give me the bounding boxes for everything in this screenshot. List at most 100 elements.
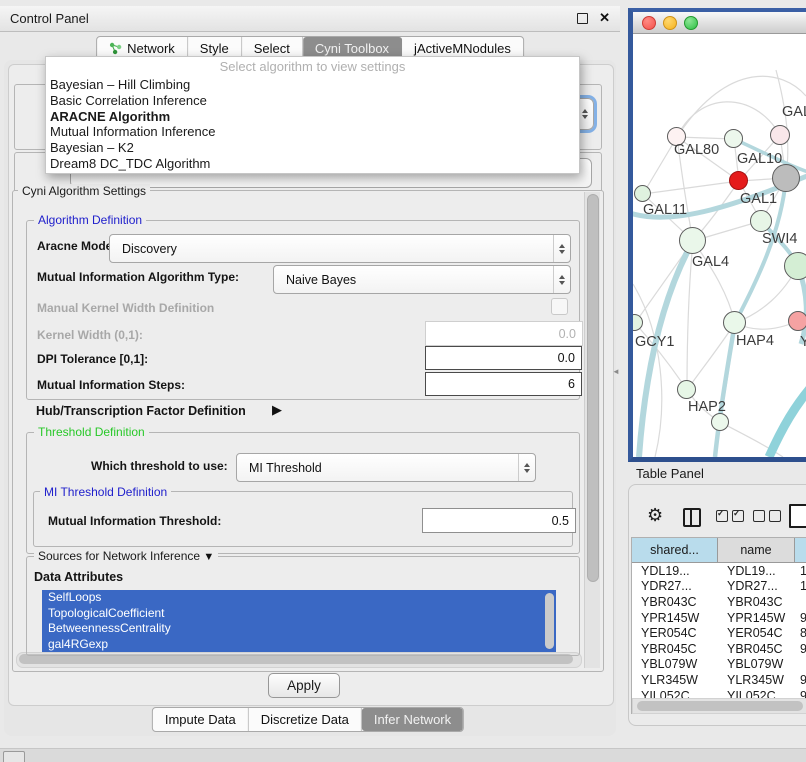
algorithm-option-selected[interactable]: ARACNE Algorithm <box>46 109 579 125</box>
node-gal11[interactable] <box>634 185 651 202</box>
table-row[interactable]: YPR145WYPR145W9. <box>632 610 806 626</box>
hub-expand-icon[interactable]: ▶ <box>272 402 282 418</box>
manual-kernel-label: Manual Kernel Width Definition <box>37 301 214 315</box>
cell: 13 <box>795 564 806 578</box>
algorithm-popup-placeholder: Select algorithm to view settings <box>46 57 579 77</box>
node-table: shared... name YDL19...YDL19...13 YDR27.… <box>631 537 806 714</box>
node-hap4[interactable] <box>723 311 746 334</box>
algorithm-option[interactable]: Basic Correlation Inference <box>46 93 579 109</box>
dpi-tolerance-input[interactable]: 0.0 <box>425 346 582 370</box>
node-gal4[interactable] <box>679 227 706 254</box>
cell: 9. <box>795 642 806 656</box>
table-row[interactable]: YDL19...YDL19...13 <box>632 563 806 579</box>
algorithm-option[interactable]: Bayesian – K2 <box>46 140 579 156</box>
aracne-mode-select[interactable]: Discovery <box>109 234 571 263</box>
mini-panel-button[interactable] <box>3 751 25 762</box>
sources-title-row[interactable]: Sources for Network Inference ▼ <box>34 549 218 563</box>
tab-infer-network[interactable]: Infer Network <box>362 708 463 731</box>
tab-discretize-data[interactable]: Discretize Data <box>249 708 362 731</box>
node-green-right[interactable] <box>784 252 806 280</box>
sources-collapse-icon[interactable]: ▼ <box>203 551 214 563</box>
tab-impute-data[interactable]: Impute Data <box>153 708 249 731</box>
attribute-item[interactable]: BetweennessCentrality <box>42 621 556 637</box>
float-window-icon[interactable] <box>577 13 588 24</box>
settings-vscrollbar[interactable] <box>584 192 600 668</box>
node-label: GAL10 <box>737 151 782 167</box>
select-all-columns-icon[interactable]: ✓✓ <box>716 510 744 522</box>
node-swi4[interactable] <box>750 210 772 232</box>
apply-button-label: Apply <box>287 678 321 693</box>
node-label: Y <box>800 334 806 350</box>
cell: YER054C <box>718 626 795 640</box>
node-gray[interactable] <box>772 164 800 192</box>
mi-threshold-group: Mutual Information Threshold: 0.5 <box>33 491 573 547</box>
column-header-shared-name[interactable]: shared... <box>632 538 718 562</box>
attribute-item[interactable]: SelfLoops <box>42 590 556 606</box>
settings-vscrollbar-thumb[interactable] <box>587 194 599 582</box>
close-panel-icon[interactable]: ✕ <box>599 10 610 26</box>
algorithm-option[interactable]: Mutual Information Inference <box>46 124 579 140</box>
export-table-icon[interactable] <box>789 504 806 528</box>
dpi-tolerance-label: DPI Tolerance [0,1]: <box>37 352 148 366</box>
mi-type-label: Mutual Information Algorithm Type: <box>37 270 239 284</box>
node-gal2[interactable] <box>770 125 790 145</box>
node-gal10[interactable] <box>724 129 743 148</box>
algorithm-dropdown-popup: Select algorithm to view settings Bayesi… <box>45 56 580 174</box>
algorithm-option[interactable]: Bayesian – Hill Climbing <box>46 77 579 93</box>
column-header-partial[interactable] <box>795 538 806 562</box>
which-threshold-select[interactable]: MI Threshold <box>236 453 536 482</box>
splitter-collapse-icon[interactable]: ◄ <box>612 367 620 376</box>
table-hscrollbar-thumb[interactable] <box>637 701 803 711</box>
mi-threshold-value: 0.5 <box>552 514 569 528</box>
cell: YLR345W <box>718 673 795 687</box>
cell: YER054C <box>632 626 718 640</box>
table-panel-title: Table Panel <box>636 466 704 481</box>
network-canvas[interactable]: GAL GAL80 GAL10 GAL1 GAL11 SWI4 GAL4 GCY… <box>633 34 806 457</box>
close-window-icon[interactable] <box>642 16 656 30</box>
network-window-titlebar[interactable] <box>633 12 806 34</box>
kernel-width-input: 0.0 <box>425 321 583 346</box>
manual-kernel-checkbox <box>551 298 568 315</box>
table-row[interactable]: YER054CYER054C8. <box>632 625 806 641</box>
mi-threshold-input[interactable]: 0.5 <box>422 508 576 533</box>
cell: YDL19... <box>718 564 795 578</box>
cell: YBL079W <box>632 657 718 671</box>
table-row[interactable]: YLR345WYLR345W9. <box>632 672 806 688</box>
cyni-settings-title: Cyni Algorithm Settings <box>18 184 150 198</box>
table-row[interactable]: YBR045CYBR045C9. <box>632 641 806 657</box>
attribute-item[interactable]: TopologicalCoefficient <box>42 606 556 622</box>
columns-icon[interactable] <box>683 508 701 527</box>
table-hscrollbar[interactable] <box>632 698 806 714</box>
algorithm-definition-group: Aracne Mode: Discovery Mutual Informatio… <box>26 220 580 400</box>
node-gal1[interactable] <box>729 171 748 190</box>
node-salmon[interactable] <box>788 311 806 331</box>
node-bottom[interactable] <box>711 413 729 431</box>
mi-steps-input[interactable]: 6 <box>425 372 582 396</box>
node-label: GAL80 <box>674 142 719 158</box>
attribute-item[interactable]: gal4RGexp <box>42 637 556 653</box>
cell: YBR045C <box>632 642 718 656</box>
stepper-icon <box>518 454 535 481</box>
tab-impute-data-label: Impute Data <box>165 712 236 727</box>
deselect-all-columns-icon[interactable] <box>753 510 781 522</box>
mi-threshold-label: Mutual Information Threshold: <box>48 514 221 528</box>
hub-definition-label[interactable]: Hub/Transcription Factor Definition <box>36 404 246 418</box>
zoom-window-icon[interactable] <box>684 16 698 30</box>
mi-type-select[interactable]: Naive Bayes <box>273 265 571 294</box>
aracne-mode-label: Aracne Mode: <box>37 239 116 253</box>
column-header-name[interactable]: name <box>718 538 795 562</box>
tab-discretize-data-label: Discretize Data <box>261 712 349 727</box>
cell: YPR145W <box>718 611 795 625</box>
minimize-window-icon[interactable] <box>663 16 677 30</box>
attributes-scrollbar-thumb[interactable] <box>545 593 554 649</box>
node-hap2[interactable] <box>677 380 696 399</box>
table-row[interactable]: YBR043CYBR043C <box>632 594 806 610</box>
node-label: HAP4 <box>736 333 774 349</box>
algorithm-option[interactable]: Dream8 DC_TDC Algorithm <box>46 156 579 172</box>
gear-icon[interactable]: ⚙ <box>647 505 663 526</box>
table-row[interactable]: YDR27...YDR27...12 <box>632 579 806 595</box>
cell: 12 <box>795 579 806 593</box>
apply-button[interactable]: Apply <box>268 673 340 698</box>
dpi-tolerance-value: 0.0 <box>558 351 575 365</box>
table-row[interactable]: YBL079WYBL079W <box>632 657 806 673</box>
